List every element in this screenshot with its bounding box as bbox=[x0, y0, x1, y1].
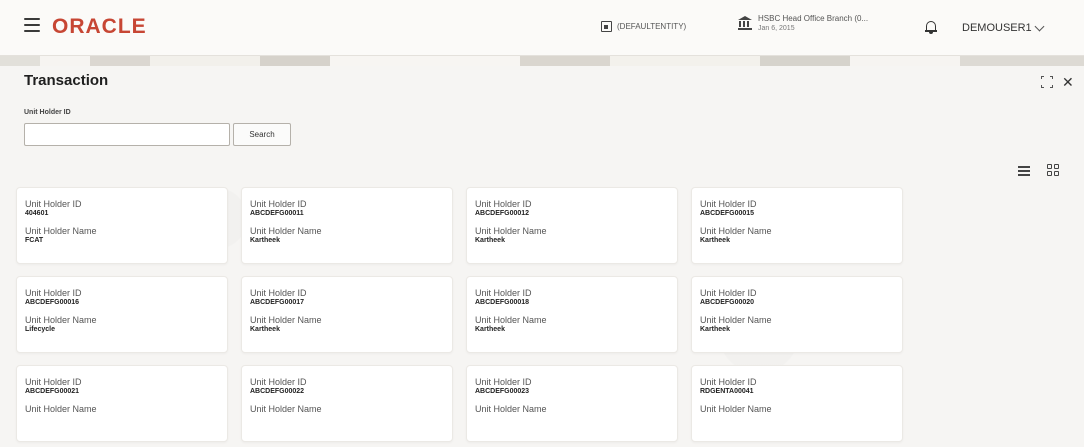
card-id-value: 404601 bbox=[25, 210, 49, 217]
card-id-label: Unit Holder ID bbox=[475, 377, 532, 387]
page-title: Transaction bbox=[24, 72, 109, 89]
card-name-label: Unit Holder Name bbox=[25, 404, 97, 414]
card-name-label: Unit Holder Name bbox=[250, 315, 322, 325]
unit-holder-id-label: Unit Holder ID bbox=[24, 109, 71, 116]
card-name-label: Unit Holder Name bbox=[700, 404, 772, 414]
unit-holder-card[interactable]: Unit Holder ID ABCDEFG00015 Unit Holder … bbox=[691, 187, 903, 264]
card-name-value: FCAT bbox=[25, 237, 44, 244]
unit-holder-card[interactable]: Unit Holder ID ABCDEFG00023 Unit Holder … bbox=[466, 365, 678, 442]
unit-holder-card[interactable]: Unit Holder ID ABCDEFG00021 Unit Holder … bbox=[16, 365, 228, 442]
card-id-value: ABCDEFG00017 bbox=[250, 299, 305, 306]
hamburger-menu-icon[interactable] bbox=[24, 18, 40, 32]
card-name-label: Unit Holder Name bbox=[25, 315, 97, 325]
card-name-value: Kartheek bbox=[475, 326, 505, 333]
card-id-label: Unit Holder ID bbox=[700, 377, 757, 387]
branch-selector[interactable]: HSBC Head Office Branch (0... Jan 6, 201… bbox=[738, 14, 868, 32]
entity-icon bbox=[601, 21, 612, 32]
unit-holder-card[interactable]: Unit Holder ID RDGENTA00041 Unit Holder … bbox=[691, 365, 903, 442]
card-name-label: Unit Holder Name bbox=[250, 226, 322, 236]
card-id-label: Unit Holder ID bbox=[700, 199, 757, 209]
branch-date: Jan 6, 2015 bbox=[758, 25, 795, 32]
card-id-label: Unit Holder ID bbox=[475, 199, 532, 209]
entity-selector[interactable]: (DEFAULTENTITY) bbox=[601, 21, 686, 32]
user-name: DEMOUSER1 bbox=[962, 22, 1032, 34]
card-id-value: ABCDEFG00018 bbox=[475, 299, 530, 306]
close-icon[interactable]: ✕ bbox=[1062, 75, 1074, 89]
card-name-label: Unit Holder Name bbox=[475, 404, 547, 414]
card-id-label: Unit Holder ID bbox=[250, 288, 307, 298]
card-id-value: RDGENTA00041 bbox=[700, 388, 754, 395]
card-name-value: Kartheek bbox=[700, 326, 730, 333]
bell-icon[interactable] bbox=[925, 20, 937, 34]
unit-holder-card[interactable]: Unit Holder ID ABCDEFG00011 Unit Holder … bbox=[241, 187, 453, 264]
user-menu[interactable]: DEMOUSER1 bbox=[962, 21, 1045, 34]
card-id-value: ABCDEFG00011 bbox=[250, 210, 304, 217]
card-id-value: ABCDEFG00012 bbox=[475, 210, 530, 217]
top-header-bar: ORACLE (DEFAULTENTITY) HSBC Head Office … bbox=[0, 0, 1084, 56]
oracle-logo: ORACLE bbox=[52, 15, 147, 38]
unit-holder-card[interactable]: Unit Holder ID ABCDEFG00020 Unit Holder … bbox=[691, 276, 903, 353]
card-name-value: Kartheek bbox=[700, 237, 730, 244]
card-name-value: Lifecycle bbox=[25, 326, 55, 333]
card-name-label: Unit Holder Name bbox=[700, 315, 772, 325]
card-name-label: Unit Holder Name bbox=[475, 226, 547, 236]
unit-holder-card[interactable]: Unit Holder ID 404601 Unit Holder Name F… bbox=[16, 187, 228, 264]
transaction-panel: Transaction ✕ Unit Holder ID Search Unit… bbox=[0, 66, 1084, 447]
card-name-label: Unit Holder Name bbox=[475, 315, 547, 325]
card-name-label: Unit Holder Name bbox=[700, 226, 772, 236]
card-id-label: Unit Holder ID bbox=[25, 199, 82, 209]
card-id-value: ABCDEFG00021 bbox=[25, 388, 80, 395]
card-id-label: Unit Holder ID bbox=[475, 288, 532, 298]
card-name-label: Unit Holder Name bbox=[250, 404, 322, 414]
decorative-texture-band bbox=[0, 56, 1084, 66]
card-id-value: ABCDEFG00016 bbox=[25, 299, 80, 306]
unit-holder-card-grid: Unit Holder ID 404601 Unit Holder Name F… bbox=[16, 187, 903, 447]
card-name-value: Kartheek bbox=[250, 237, 280, 244]
card-id-value: ABCDEFG00023 bbox=[475, 388, 530, 395]
card-id-label: Unit Holder ID bbox=[250, 199, 307, 209]
card-id-label: Unit Holder ID bbox=[25, 377, 82, 387]
grid-view-icon[interactable] bbox=[1047, 164, 1059, 176]
entity-label: (DEFAULTENTITY) bbox=[617, 22, 687, 31]
bank-branch-icon bbox=[738, 16, 752, 30]
search-button[interactable]: Search bbox=[233, 123, 291, 146]
card-name-value: Kartheek bbox=[250, 326, 280, 333]
card-name-label: Unit Holder Name bbox=[25, 226, 97, 236]
unit-holder-card[interactable]: Unit Holder ID ABCDEFG00016 Unit Holder … bbox=[16, 276, 228, 353]
card-id-value: ABCDEFG00015 bbox=[700, 210, 755, 217]
unit-holder-card[interactable]: Unit Holder ID ABCDEFG00018 Unit Holder … bbox=[466, 276, 678, 353]
branch-name: HSBC Head Office Branch (0... bbox=[758, 14, 869, 23]
card-id-label: Unit Holder ID bbox=[25, 288, 82, 298]
chevron-down-icon bbox=[1034, 21, 1045, 31]
unit-holder-card[interactable]: Unit Holder ID ABCDEFG00022 Unit Holder … bbox=[241, 365, 453, 442]
card-name-value: Kartheek bbox=[475, 237, 505, 244]
list-view-icon[interactable] bbox=[1018, 166, 1030, 176]
unit-holder-card[interactable]: Unit Holder ID ABCDEFG00017 Unit Holder … bbox=[241, 276, 453, 353]
unit-holder-id-input[interactable] bbox=[24, 123, 230, 146]
unit-holder-card[interactable]: Unit Holder ID ABCDEFG00012 Unit Holder … bbox=[466, 187, 678, 264]
card-id-label: Unit Holder ID bbox=[700, 288, 757, 298]
maximize-icon[interactable] bbox=[1041, 76, 1053, 88]
card-id-value: ABCDEFG00020 bbox=[700, 299, 755, 306]
card-id-value: ABCDEFG00022 bbox=[250, 388, 305, 395]
card-id-label: Unit Holder ID bbox=[250, 377, 307, 387]
